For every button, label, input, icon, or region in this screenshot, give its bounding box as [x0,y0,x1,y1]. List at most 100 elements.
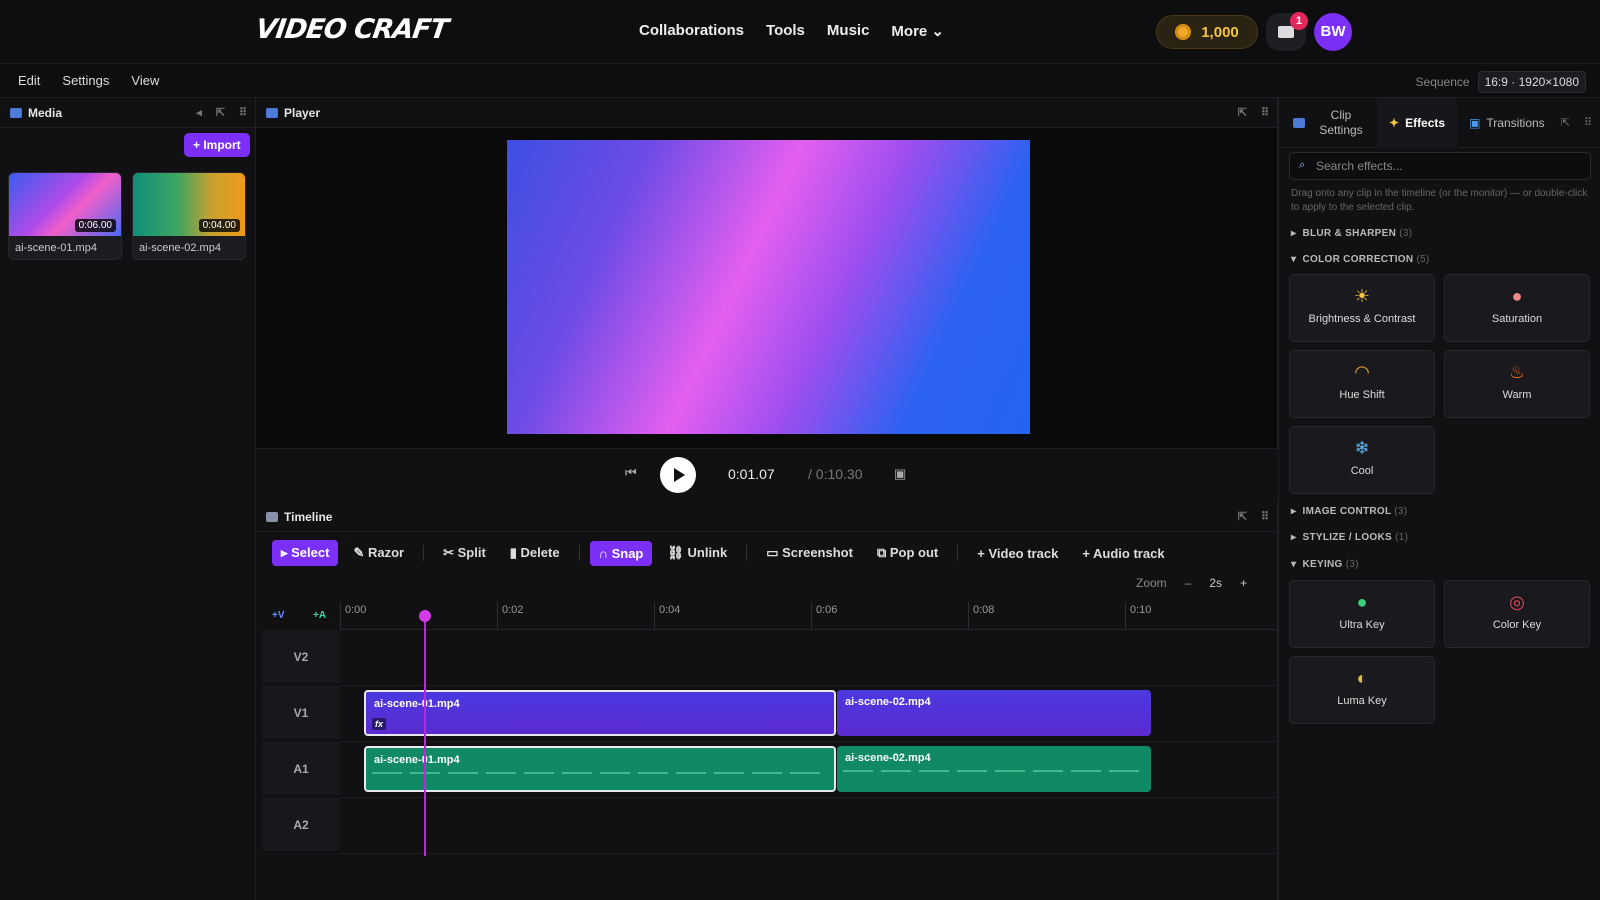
track-label-a2[interactable]: A2 [262,798,340,852]
effect-color-key[interactable]: ◎ Color Key [1444,580,1590,648]
notifications-button[interactable]: 1 [1266,12,1308,51]
audio-clip[interactable]: ai-scene-02.mp4 [837,746,1151,792]
media-title: Media [28,105,63,120]
effect-saturation[interactable]: ● Saturation [1444,274,1590,342]
popout-icon[interactable]: ⇱ [1238,510,1247,523]
menu-edit[interactable]: Edit [18,73,40,88]
tab-transitions[interactable]: ▣ Transitions [1457,98,1557,148]
popout-icon[interactable]: ⇱ [216,106,225,119]
delete-button[interactable]: ▮ Delete [501,540,569,566]
category-blur-sharpen[interactable]: ▸ BLUR & SHARPEN (3) [1291,228,1412,239]
track-lane-a1[interactable]: ai-scene-01.mp4 ai-scene-02.mp4 [340,742,1278,798]
track-lane-a2[interactable] [340,798,1278,854]
split-button[interactable]: ✂ Split [434,540,495,566]
divider [423,545,425,561]
add-video-track-button[interactable]: + Video track [968,541,1067,566]
video-preview[interactable] [507,140,1030,434]
effect-luma-key[interactable]: ◐ Luma Key [1289,656,1435,724]
snap-toggle[interactable]: ∩ Snap [589,540,653,566]
effect-brightness-contrast[interactable]: ☀ Brightness & Contrast [1289,274,1435,342]
razor-tool[interactable]: ✎ Razor [344,540,413,566]
ruler-tick: 0:04 [654,602,680,630]
snapshot-icon[interactable]: ▣ [894,466,906,482]
coin-balance[interactable]: 1,000 [1156,15,1258,49]
play-button[interactable] [660,457,696,493]
unlink-button[interactable]: ⛓ Unlink [658,540,736,566]
nav-music[interactable]: Music [827,22,870,40]
zoom-out-button[interactable]: – [1185,576,1192,590]
menu-view[interactable]: View [131,73,159,88]
search-icon: ⌕ [1299,159,1306,171]
add-video-track-mini[interactable]: +V [272,610,285,621]
transitions-tab-label: Transitions [1486,115,1545,130]
track-label-v2[interactable]: V2 [262,630,340,684]
media-duration: 0:04.00 [198,219,240,232]
track-lane-v2[interactable] [340,630,1278,686]
time-ruler[interactable]: 0:00 0:02 0:04 0:06 0:08 0:10 [340,602,1278,630]
category-image-control[interactable]: ▸ IMAGE CONTROL (3) [1291,506,1407,517]
effect-hue-shift[interactable]: ◠ Hue Shift [1289,350,1435,418]
timeline-toolbar: ▸ Select ✎ Razor ✂ Split ▮ Delete ∩ Snap… [272,540,1174,566]
timeline-icon [266,511,278,522]
video-clip[interactable]: ai-scene-02.mp4 [837,690,1151,736]
media-item[interactable]: 0:04.00 ai-scene-02.mp4 [132,172,246,260]
effect-ultra-key[interactable]: ● Ultra Key [1289,580,1435,648]
track-label-v1[interactable]: V1 [262,686,340,740]
add-audio-track-button[interactable]: + Audio track [1073,541,1173,566]
menu-settings[interactable]: Settings [62,73,109,88]
effect-warm[interactable]: ♨ Warm [1444,350,1590,418]
top-bar: VIDEO CRAFT Collaborations Tools Music M… [0,0,1600,64]
timeline-title: Timeline [284,509,333,524]
zoom-value: 2s [1209,576,1223,590]
popout-icon[interactable]: ⇱ [1561,116,1570,129]
drag-handle-icon[interactable]: ⠿ [1584,116,1592,129]
effect-label: Cool [1350,465,1374,477]
track-lane-v1[interactable]: ai-scene-01.mp4 fx ai-scene-02.mp4 [340,686,1278,742]
popout-label: Pop out [889,545,939,560]
player-title: Player [284,105,321,120]
snowflake-icon: ❄ [1354,438,1370,458]
playhead-handle[interactable] [419,610,431,622]
media-name: ai-scene-02.mp4 [139,242,221,254]
ruler-tick: 0:10 [1125,602,1151,630]
nav-tools[interactable]: Tools [766,22,805,40]
effect-cool[interactable]: ❄ Cool [1289,426,1435,494]
tab-effects[interactable]: ✦ Effects [1377,97,1458,148]
sequence-format[interactable]: 16:9 · 1920×1080 [1477,71,1586,93]
popout-button[interactable]: ⧉ Pop out [868,540,947,566]
ruler-tick: 0:08 [968,602,994,630]
app-logo[interactable]: VIDEO CRAFT [254,14,450,45]
tab-clip-settings[interactable]: Clip Settings [1305,98,1377,148]
audio-clip[interactable]: ai-scene-01.mp4 [364,746,836,792]
collapse-icon[interactable]: ◂ [196,106,202,119]
popout-icon[interactable]: ⇱ [1238,106,1247,119]
category-count: (1) [1395,532,1409,543]
nav-collaborations[interactable]: Collaborations [639,22,744,40]
screenshot-button[interactable]: ▭ Screenshot [757,540,862,566]
add-audio-track-mini[interactable]: +A [313,610,326,621]
category-stylize-looks[interactable]: ▸ STYLIZE / LOOKS (1) [1291,532,1408,543]
player-header: Player ⇱ ⠿ [256,98,1277,128]
select-tool[interactable]: ▸ Select [272,540,339,566]
nav-more[interactable]: More ⌄ [891,22,944,40]
drag-handle-icon[interactable]: ⠿ [1261,510,1269,523]
playhead[interactable] [424,610,426,856]
track-label-a1[interactable]: A1 [262,742,340,796]
import-button[interactable]: + Import [184,133,250,157]
panel-tabs: Clip Settings ✦ Effects ▣ Transitions ⇱ ⠿ [1279,97,1600,148]
media-item[interactable]: 0:06.00 ai-scene-01.mp4 [8,172,122,260]
category-name: STYLIZE / LOOKS [1302,532,1392,543]
zoom-in-button[interactable]: + [1240,576,1247,590]
drag-handle-icon[interactable]: ⠿ [1261,106,1269,119]
effects-tab-label: Effects [1405,115,1446,130]
split-label: Split [457,545,486,560]
effects-search-input[interactable]: Search effects... [1289,152,1591,180]
category-color-correction[interactable]: ▾ COLOR CORRECTION (5) [1291,254,1430,265]
user-avatar[interactable]: BW [1314,13,1352,51]
drag-handle-icon[interactable]: ⠿ [239,106,247,119]
effects-panel: Clip Settings ✦ Effects ▣ Transitions ⇱ ⠿ … [1278,97,1600,900]
category-keying[interactable]: ▾ KEYING (3) [1291,559,1359,570]
video-clip[interactable]: ai-scene-01.mp4 fx [364,690,836,736]
zoom-label: Zoom [1136,576,1167,590]
skip-back-icon[interactable]: ⏮ [625,465,637,481]
